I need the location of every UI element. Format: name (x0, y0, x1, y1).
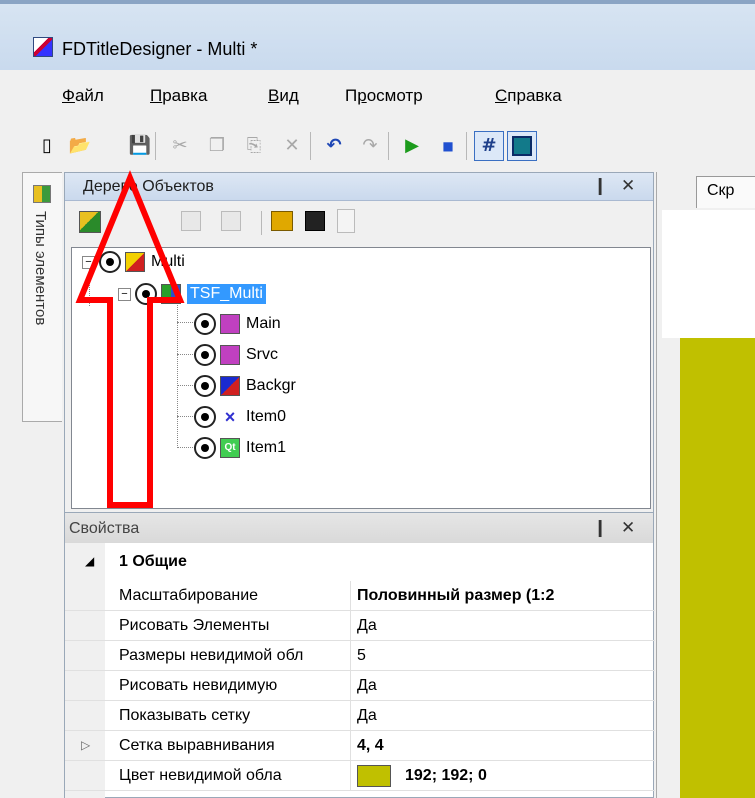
tree-node-backgr[interactable]: Backgr (194, 372, 296, 400)
tree-node-srvc[interactable]: Srvc (194, 341, 278, 369)
film-icon (220, 376, 240, 396)
frame-icon[interactable] (507, 131, 537, 161)
property-name: Масштабирование (119, 587, 259, 604)
tree-toolbar-separator (261, 211, 262, 235)
frame-icon-shape (512, 136, 532, 156)
property-divider (350, 701, 351, 731)
property-divider (350, 581, 351, 611)
close-icon[interactable]: ✕ (621, 518, 635, 538)
menu-edit[interactable]: Правка (150, 86, 207, 106)
tree-node-label: Srvc (246, 346, 278, 363)
paste-icon[interactable]: ⎘ (242, 134, 266, 158)
property-category[interactable]: ◢ 1 Общие (65, 547, 655, 577)
new-page-icon[interactable] (337, 209, 355, 233)
property-row[interactable]: Размеры невидимой обл 5 (65, 641, 655, 671)
property-row[interactable]: Рисовать невидимую Да (65, 671, 655, 701)
tree-node-main[interactable]: Main (194, 310, 281, 338)
pin-icon[interactable]: ❙ (593, 176, 607, 196)
expand-triangle-icon[interactable]: ▷ (81, 738, 90, 752)
tree-node-label: Item1 (246, 439, 287, 456)
save-node-icon[interactable] (305, 211, 325, 231)
properties-panel: Свойства ❙ ✕ ◢ 1 Общие Масштабирование П… (64, 512, 655, 798)
property-row[interactable]: ▷ Сетка выравнивания 4, 4 (65, 731, 655, 761)
property-name: Показывать сетку (119, 707, 251, 724)
property-name: Цвет невидимой обла (119, 767, 282, 784)
expand-triangle-icon[interactable]: ◢ (85, 554, 94, 568)
property-divider (350, 641, 351, 671)
properties-title: Свойства (69, 520, 140, 537)
property-row[interactable]: Цвет невидимой обла 192; 192; 0 (65, 761, 655, 791)
property-value[interactable]: 192; 192; 0 (405, 767, 487, 785)
menu-file[interactable]: Файл (62, 86, 104, 106)
property-row[interactable]: Масштабирование Половинный размер (1:2 (65, 581, 655, 611)
cross-icon: × (224, 407, 236, 427)
property-row[interactable]: Рисовать Элементы Да (65, 611, 655, 641)
load-icon[interactable] (271, 211, 293, 231)
main-toolbar: ▯ 📂 💾 ✂ ❐ ⎘ ✕ ↶ ↷ ▶ ■ # (0, 114, 755, 174)
move-down-icon[interactable] (221, 211, 241, 231)
property-divider (350, 611, 351, 641)
new-icon[interactable]: ▯ (35, 134, 59, 158)
window-title: FDTitleDesigner - Multi * (62, 39, 258, 59)
menu-help[interactable]: Справка (495, 86, 562, 106)
canvas-margin (662, 210, 755, 338)
element-types-icon (33, 185, 51, 203)
title-bar: FDTitleDesigner - Multi * (0, 0, 755, 70)
property-value[interactable]: Да (357, 677, 377, 695)
play-icon[interactable]: ▶ (400, 134, 424, 158)
copy-icon[interactable]: ❐ (205, 134, 229, 158)
annotation-arrow (75, 170, 185, 508)
property-divider (350, 731, 351, 761)
document-tab[interactable]: Скр (696, 176, 755, 208)
tree-node-label: Main (246, 315, 281, 332)
tree-node-label: Item0 (246, 408, 287, 425)
property-name: Рисовать невидимую (119, 677, 278, 694)
app-icon (33, 37, 53, 57)
arrow-box-icon (220, 314, 240, 334)
arrow-box-icon (220, 345, 240, 365)
redo-icon[interactable]: ↷ (358, 134, 382, 158)
element-types-side-tab[interactable]: Типы элементов (22, 172, 62, 422)
properties-header: Свойства ❙ ✕ (65, 513, 653, 543)
toolbar-separator (310, 132, 311, 160)
toolbar-separator (388, 132, 389, 160)
grid-icon[interactable]: # (474, 131, 504, 161)
property-value[interactable]: Да (357, 707, 377, 725)
stop-icon[interactable]: ■ (436, 134, 460, 158)
save-icon[interactable]: 💾 (128, 134, 152, 158)
property-divider (350, 671, 351, 701)
property-value[interactable]: Да (357, 617, 377, 635)
toolbar-separator (155, 132, 156, 160)
property-name: Сетка выравнивания (119, 737, 275, 754)
property-divider (350, 761, 351, 791)
cut-icon[interactable]: ✂ (168, 134, 192, 158)
color-swatch[interactable] (357, 765, 391, 787)
side-tab-label: Типы элементов (32, 211, 49, 326)
close-icon[interactable]: ✕ (621, 176, 635, 196)
menu-view[interactable]: Вид (268, 86, 299, 106)
property-value[interactable]: Половинный размер (1:2 (357, 587, 554, 605)
menu-bar: Файл Правка Вид Просмотр Справка (0, 70, 755, 114)
tree-node-label: Backgr (246, 377, 296, 394)
property-value[interactable]: 4, 4 (357, 737, 384, 755)
undo-icon[interactable]: ↶ (322, 134, 346, 158)
delete-icon[interactable]: ✕ (280, 134, 304, 158)
design-canvas[interactable] (680, 338, 755, 798)
toolbar-separator (466, 132, 467, 160)
tree-node-item1[interactable]: Qt Item1 (194, 434, 286, 462)
property-name: Рисовать Элементы (119, 617, 270, 634)
pin-icon[interactable]: ❙ (593, 518, 607, 538)
tree-node-item0[interactable]: × Item0 (194, 403, 286, 431)
open-icon[interactable]: 📂 (68, 134, 92, 158)
property-row[interactable]: Показывать сетку Да (65, 701, 655, 731)
qt-icon: Qt (220, 438, 240, 458)
annotation-arrow-shape (75, 170, 185, 508)
category-label: 1 Общие (119, 553, 187, 570)
property-name: Размеры невидимой обл (119, 647, 304, 664)
menu-preview[interactable]: Просмотр (345, 86, 423, 106)
property-value[interactable]: 5 (357, 647, 366, 665)
